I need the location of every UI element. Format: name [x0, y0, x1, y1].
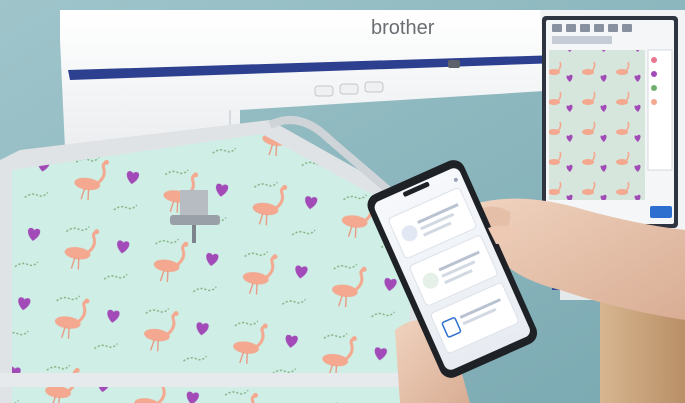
brother-logo: brother [371, 17, 435, 39]
machine-indicator [448, 60, 460, 68]
screen-thread-color-list [647, 49, 673, 171]
photo-canvas: brother [0, 0, 685, 403]
machine-lcd-screen [542, 16, 678, 228]
screen-start-button [650, 206, 672, 218]
screen-embroidery-preview [549, 50, 645, 200]
embroidery-machine-photo: brother [0, 0, 685, 403]
